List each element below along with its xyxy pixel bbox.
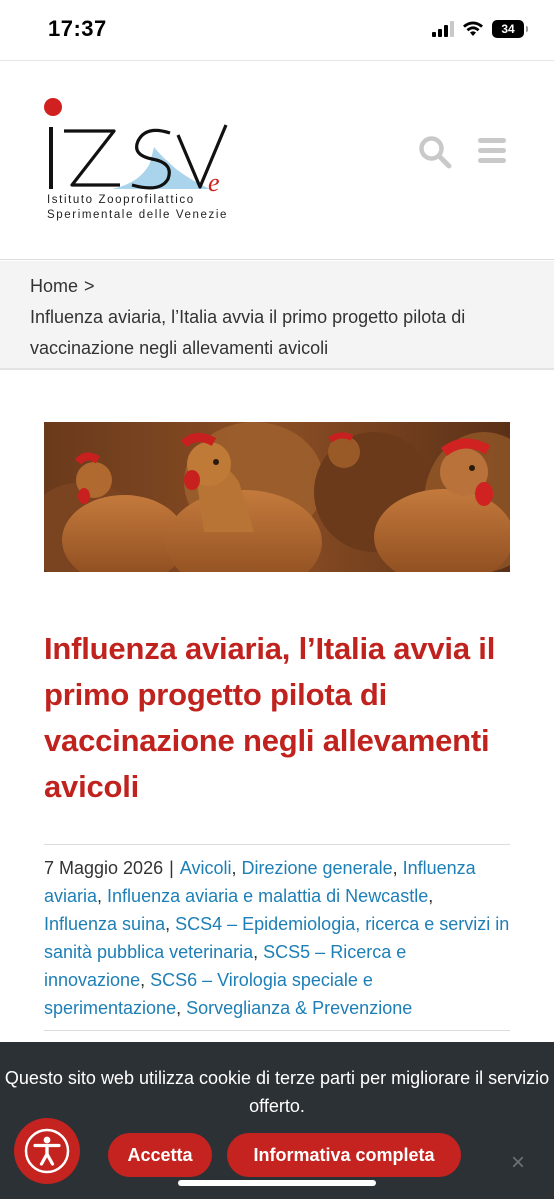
search-icon[interactable] xyxy=(418,135,452,169)
article-title: Influenza aviaria, l’Italia avvia il pri… xyxy=(44,631,496,804)
category-link-sorveglianza-prevenzione[interactable]: Sorveglianza & Prevenzione xyxy=(186,998,412,1018)
category-link-avicoli[interactable]: Avicoli xyxy=(180,858,232,878)
status-time: 17:37 xyxy=(48,16,107,41)
meta-separator: | xyxy=(169,858,174,878)
category-link-direzione-generale[interactable]: Direzione generale xyxy=(242,858,393,878)
status-icons: 34 xyxy=(432,20,528,38)
logo-caption-line2: Sperimentale delle Venezie xyxy=(47,209,228,221)
cookie-accept-button[interactable]: Accetta xyxy=(108,1133,212,1177)
signal-icon xyxy=(432,21,454,37)
category-link-influenza-aviaria-newcastle[interactable]: Influenza aviaria e malattia di Newcastl… xyxy=(107,886,428,906)
home-indicator xyxy=(178,1180,376,1186)
breadcrumb: Home > Influenza aviaria, l’Italia avvia … xyxy=(0,261,554,370)
article-hero-image xyxy=(44,422,510,572)
battery-icon: 34 xyxy=(492,20,528,38)
accessibility-button[interactable] xyxy=(14,1118,80,1184)
cookie-message: Questo sito web utilizza cookie di terze… xyxy=(4,1068,550,1116)
logo-caption: Istituto Zooprofilattico Sperimentale de… xyxy=(47,193,228,223)
accessibility-icon xyxy=(24,1128,70,1174)
article-date: 7 Maggio 2026 xyxy=(44,858,164,878)
cookie-info-button[interactable]: Informativa completa xyxy=(227,1133,461,1177)
category-link-influenza-suina[interactable]: Influenza suina xyxy=(44,914,165,934)
wifi-icon xyxy=(463,21,483,36)
logo-caption-line1: Istituto Zooprofilattico xyxy=(47,194,195,206)
menu-icon[interactable] xyxy=(478,138,506,164)
breadcrumb-separator: > xyxy=(84,276,95,296)
site-header: e Istituto Zooprofilattico Sperimentale … xyxy=(0,60,554,260)
breadcrumb-current: Influenza aviaria, l’Italia avvia il pri… xyxy=(30,307,466,358)
article-meta: 7 Maggio 2026 | Avicoli, Direzione general… xyxy=(44,844,510,1031)
close-icon[interactable]: × xyxy=(507,1151,529,1175)
status-bar: 17:37 34 xyxy=(0,0,554,60)
breadcrumb-home-link[interactable]: Home xyxy=(30,276,78,296)
